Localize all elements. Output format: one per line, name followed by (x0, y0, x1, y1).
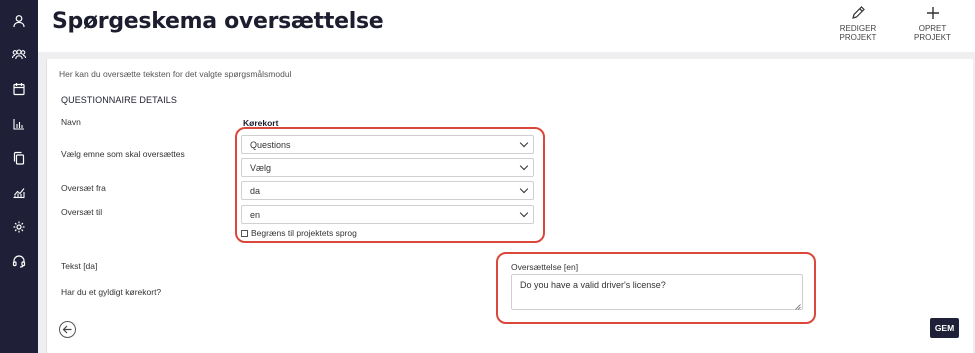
resize-handle-icon[interactable] (795, 302, 801, 310)
limit-language-checkbox[interactable] (241, 230, 248, 238)
name-value: Kørekort (243, 118, 279, 128)
create-project-label: OPRET PROJEKT (914, 24, 951, 42)
edit-project-button[interactable]: REDIGER PROJEKT (823, 4, 893, 42)
text-label: Tekst [da] (61, 261, 98, 271)
translation-value: Do you have a valid driver's license? (520, 280, 666, 290)
subtopic-select-value: Vælg (250, 163, 272, 173)
users-group-icon[interactable] (11, 47, 27, 63)
topic-select[interactable]: Questions (241, 135, 534, 154)
gear-icon[interactable] (11, 219, 27, 235)
translation-input[interactable]: Do you have a valid driver's license? (511, 274, 803, 310)
sidebar (0, 0, 38, 353)
page-header: Spørgeskema oversættelse REDIGER PROJEKT… (38, 0, 975, 52)
to-language-select[interactable]: en (241, 205, 534, 224)
to-label: Oversæt til (61, 207, 103, 217)
back-button[interactable] (59, 321, 76, 338)
main-panel: Her kan du oversætte teksten for det val… (46, 59, 973, 353)
question-text: Har du et gyldigt kørekort? (61, 287, 162, 297)
chevron-down-icon (519, 208, 529, 218)
limit-language-row: Begræns til projektets sprog (241, 228, 357, 238)
to-language-value: en (250, 210, 261, 220)
user-icon[interactable] (11, 13, 27, 29)
calendar-icon[interactable] (11, 81, 27, 97)
line-chart-icon[interactable] (11, 184, 27, 200)
topic-select-value: Questions (250, 140, 291, 150)
pencil-icon (823, 4, 893, 22)
page-title: Spørgeskema oversættelse (52, 9, 384, 34)
chevron-down-icon (519, 138, 529, 148)
intro-text: Her kan du oversætte teksten for det val… (59, 69, 292, 79)
limit-language-label: Begræns til projektets sprog (251, 228, 357, 238)
subtopic-select[interactable]: Vælg (241, 158, 534, 177)
from-language-value: da (250, 186, 261, 196)
topic-label: Vælg emne som skal oversættes (61, 149, 185, 159)
copy-icon[interactable] (11, 150, 27, 166)
chevron-down-icon (519, 184, 529, 194)
section-title: QUESTIONNAIRE DETAILS (61, 95, 177, 105)
edit-project-label: REDIGER PROJEKT (839, 24, 877, 42)
from-language-select[interactable]: da (241, 181, 534, 200)
bar-chart-icon[interactable] (11, 116, 27, 132)
chevron-down-icon (519, 161, 529, 171)
translation-label: Oversættelse [en] (511, 262, 579, 272)
save-button[interactable]: GEM (930, 318, 959, 338)
from-label: Oversæt fra (61, 183, 106, 193)
name-label: Navn (61, 117, 81, 127)
headset-icon[interactable] (11, 253, 27, 269)
create-project-button[interactable]: OPRET PROJEKT (900, 4, 965, 42)
plus-icon (900, 4, 965, 22)
